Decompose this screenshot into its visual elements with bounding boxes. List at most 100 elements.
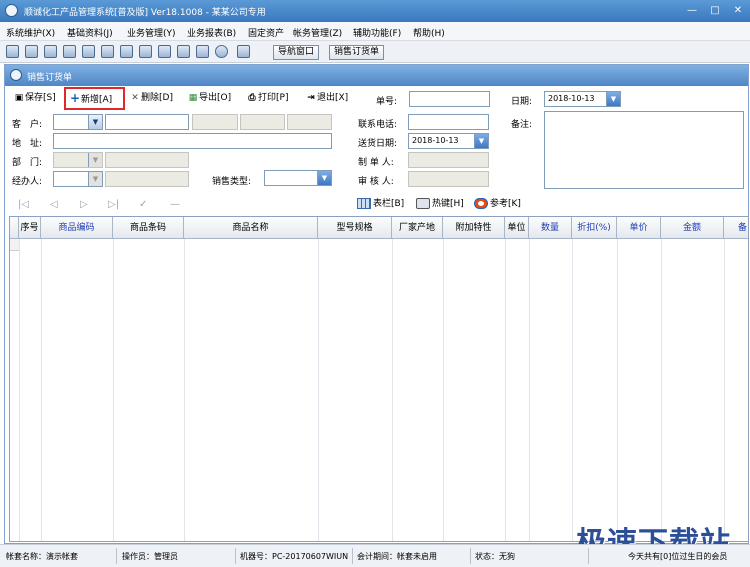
grid-line [19, 239, 20, 541]
row-header-corner [10, 217, 19, 239]
next-record-icon[interactable]: ▷ [80, 199, 88, 210]
menu-accounting[interactable]: 帐务管理(Z) [293, 26, 342, 39]
menu-tools[interactable]: 辅助功能(F) [353, 26, 401, 39]
col-header-qty[interactable]: 数量 [529, 217, 572, 239]
first-record-icon[interactable]: |◁ [18, 199, 29, 210]
col-header-attr[interactable]: 附加特性 [443, 217, 505, 239]
sales-order-button[interactable]: 销售订货单 [329, 45, 385, 60]
delivery-date-value: 2018-10-13 [412, 136, 459, 145]
confirm-icon[interactable]: ✓ [139, 199, 147, 210]
chevron-down-icon[interactable]: ▼ [606, 92, 620, 106]
hotkey-button[interactable]: 热键[H] [416, 197, 464, 211]
customer-extra-1 [192, 114, 238, 130]
col-header-origin[interactable]: 厂家产地 [392, 217, 443, 239]
toolbar-exit-icon[interactable] [237, 45, 250, 58]
customer-field[interactable] [105, 114, 189, 130]
toolbar-copy-icon[interactable] [44, 45, 57, 58]
col-header-name[interactable]: 商品名称 [184, 217, 318, 239]
toolbar-window-icon[interactable] [6, 45, 19, 58]
delivery-date-field[interactable]: 2018-10-13 ▼ [408, 133, 489, 149]
status-operator: 操作员：管理员 [122, 552, 178, 561]
prev-record-icon[interactable]: ◁ [50, 199, 58, 210]
app-icon [5, 4, 18, 17]
col-header-code[interactable]: 商品编码 [41, 217, 113, 239]
menu-help[interactable]: 帮助(H) [413, 26, 445, 39]
toolbar-users-icon[interactable] [120, 45, 133, 58]
toolbar-save-icon[interactable] [177, 45, 190, 58]
sales-type-select[interactable]: ▼ [264, 170, 332, 186]
toolbar-export-icon[interactable] [82, 45, 95, 58]
order-no-field[interactable] [409, 91, 490, 107]
toolbar-grid-icon[interactable] [63, 45, 76, 58]
title-bar: 顺诚化工产品管理系统[普及版] Ver18.1008 - 某某公司专用 — □ … [0, 0, 750, 22]
auditor-label: 审 核 人: [358, 177, 394, 187]
new-button[interactable]: +新增[A] [69, 91, 112, 106]
cancel-icon[interactable]: — [170, 199, 180, 210]
chevron-down-icon[interactable]: ▼ [88, 115, 102, 129]
status-birthday: 今天共有[0]位过生日的会员 [628, 552, 728, 561]
delete-button[interactable]: ✕ 删除[D] [129, 91, 173, 106]
columns-button[interactable]: 表栏[B] [357, 197, 404, 211]
remark-textarea[interactable] [544, 111, 744, 189]
col-header-unit[interactable]: 单位 [505, 217, 529, 239]
customer-label: 客 户: [12, 120, 43, 130]
save-button[interactable]: ▣ 保存[S] [13, 91, 56, 106]
customer-extra-3 [287, 114, 332, 130]
toolbar-card-icon[interactable] [139, 45, 152, 58]
grid-line [505, 239, 506, 541]
col-header-barcode[interactable]: 商品条码 [113, 217, 184, 239]
last-record-icon[interactable]: ▷| [108, 199, 119, 210]
toolbar-help-icon[interactable] [215, 45, 228, 58]
col-header-index[interactable]: 序号 [19, 217, 41, 239]
col-header-spec[interactable]: 型号规格 [318, 217, 392, 239]
maker-label: 制 单 人: [358, 158, 394, 168]
col-header-discount[interactable]: 折扣(%) [572, 217, 617, 239]
panel-title-bar: 销售订货单 [5, 65, 748, 86]
reference-button[interactable]: 参考[K] [474, 197, 521, 211]
toolbar-list-icon[interactable] [25, 45, 38, 58]
nav-window-button[interactable]: 导航窗口 [273, 45, 320, 60]
dept-label: 部 门: [12, 158, 43, 168]
customer-type-select[interactable]: ▼ [53, 114, 103, 130]
window-title: 顺诚化工产品管理系统[普及版] Ver18.1008 - 某某公司专用 [24, 8, 266, 18]
col-header-price[interactable]: 单价 [617, 217, 661, 239]
toolbar-user-icon[interactable] [101, 45, 114, 58]
chevron-down-icon[interactable]: ▼ [88, 172, 102, 186]
maximize-button[interactable]: □ [705, 3, 725, 18]
chevron-down-icon[interactable]: ▼ [317, 171, 331, 185]
row-indicator [10, 239, 19, 251]
chevron-down-icon[interactable]: ▼ [474, 134, 488, 148]
menu-fixed-assets[interactable]: 固定资产 [248, 26, 284, 39]
menu-reports[interactable]: 业务报表(B) [187, 26, 236, 39]
items-table[interactable]: 序号 商品编码 商品条码 商品名称 型号规格 厂家产地 附加特性 单位 数量 折… [9, 216, 749, 542]
status-separator [588, 548, 589, 564]
sales-type-label: 销售类型: [212, 177, 252, 187]
date-field[interactable]: 2018-10-13 ▼ [544, 91, 621, 107]
menu-base-data[interactable]: 基础资料(J) [67, 26, 113, 39]
panel-title: 销售订货单 [27, 73, 73, 83]
menu-business[interactable]: 业务管理(Y) [127, 26, 176, 39]
main-toolbar: 导航窗口 销售订货单 [0, 41, 750, 63]
status-account: 帐套名称：演示帐套 [6, 552, 78, 561]
toolbar-print-icon[interactable] [196, 45, 209, 58]
address-label: 地 址: [12, 139, 43, 149]
plus-icon: + [69, 91, 81, 105]
dept-select[interactable]: ▼ [53, 152, 103, 168]
chevron-down-icon[interactable]: ▼ [88, 153, 102, 167]
export-icon: ▦ [188, 93, 198, 103]
minimize-button[interactable]: — [682, 3, 702, 18]
col-header-amount[interactable]: 金额 [661, 217, 724, 239]
export-button[interactable]: ▦ 导出[O] [187, 91, 231, 106]
grid-line [661, 239, 662, 541]
handler-select[interactable]: ▼ [53, 171, 103, 187]
print-button[interactable]: ⎙ 打印[P] [246, 91, 288, 106]
exit-button[interactable]: ⇥ 退出[X] [305, 91, 348, 106]
toolbar-chart-icon[interactable] [158, 45, 171, 58]
address-field[interactable] [53, 133, 332, 149]
reference-icon [474, 198, 488, 209]
phone-field[interactable] [408, 114, 489, 130]
col-header-remark[interactable]: 备 [724, 217, 748, 239]
menu-system[interactable]: 系统维护(X) [6, 26, 55, 39]
grid-line [41, 239, 42, 541]
close-button[interactable]: ✕ [728, 3, 748, 18]
